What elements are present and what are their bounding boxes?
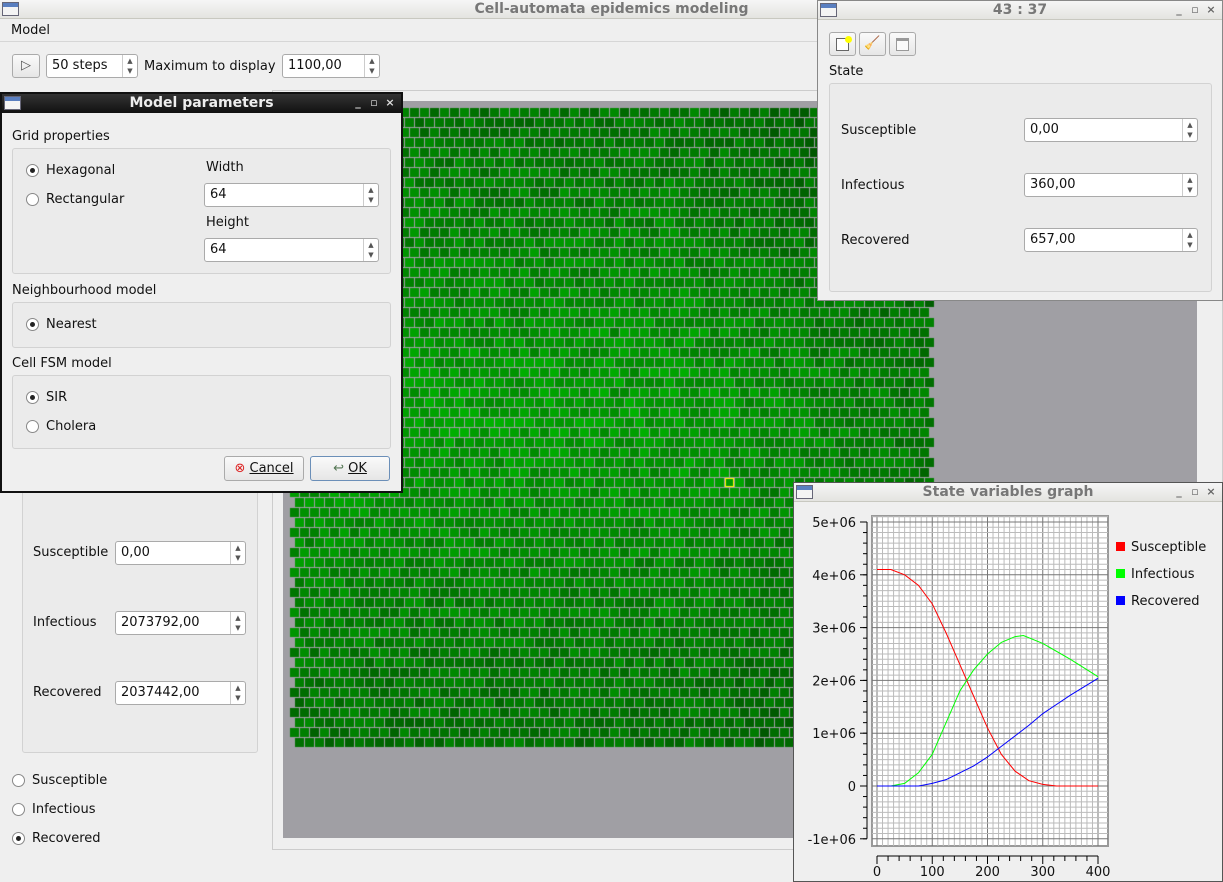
y-tick-label: 1e+06 — [812, 727, 856, 742]
left-field-spinbox[interactable]: 0,00 ▲ ▼ — [115, 541, 246, 565]
broom-icon: 🧹 — [864, 36, 880, 51]
legend-swatch — [1116, 569, 1125, 578]
close-icon[interactable]: × — [1204, 483, 1218, 501]
state-group: Susceptible 0,00 ▲ ▼ Infectious 2073792,00 ▲ ▼ R… — [22, 470, 258, 753]
radio-sir[interactable]: SIR — [26, 390, 67, 405]
y-tick-label: 4e+06 — [812, 569, 856, 584]
radio-display-infectious[interactable]: Infectious — [12, 802, 95, 817]
fsm-label: Cell FSM model — [12, 356, 112, 371]
state-field-spinbox[interactable]: 360,00 ▲ ▼ — [1024, 173, 1198, 197]
ok-button[interactable]: ↩ OK — [310, 456, 390, 481]
window-title: Cell-automata epidemics modeling — [475, 1, 749, 17]
legend-swatch — [1116, 596, 1125, 605]
radio-cholera[interactable]: Cholera — [26, 419, 96, 434]
window-icon — [796, 485, 813, 499]
y-tick-label: 0 — [848, 780, 856, 795]
cancel-icon: ⊗ — [234, 461, 245, 476]
state-chart: 5e+06 4e+06 3e+06 2e+06 1e+06 0 -1e+06 0 100 200 3… — [794, 503, 1222, 881]
state-titlebar: 43 : 37 _ ▫ × — [818, 1, 1222, 20]
maximize-icon[interactable]: ▫ — [367, 94, 381, 112]
legend-label: Recovered — [1131, 594, 1200, 609]
state-field-label: Recovered — [841, 233, 910, 248]
radio-rectangular[interactable]: Rectangular — [26, 192, 124, 207]
steps-spinbox[interactable]: 50 steps ▲ ▼ — [46, 54, 138, 78]
window-icon — [2, 2, 19, 16]
state-field-spinbox[interactable]: 657,00 ▲ ▼ — [1024, 228, 1198, 252]
maximize-icon[interactable]: ▫ — [1188, 483, 1202, 501]
graph-window: State variables graph _ ▫ × 5e+06 4e+06 3e+0… — [793, 482, 1223, 882]
height-label: Height — [206, 215, 249, 230]
state-label: State — [829, 64, 863, 79]
state-field-label: Infectious — [841, 178, 904, 193]
radio-display-susceptible[interactable]: Susceptible — [12, 773, 107, 788]
legend-label: Susceptible — [1131, 540, 1206, 555]
width-label: Width — [206, 160, 244, 175]
radio-display-recovered[interactable]: Recovered — [12, 831, 101, 846]
left-field-spinbox[interactable]: 2037442,00 ▲ ▼ — [115, 681, 246, 705]
new-button[interactable] — [829, 32, 856, 56]
grid-properties-label: Grid properties — [12, 129, 110, 144]
x-tick-label: 0 — [873, 865, 881, 880]
left-field-spinbox[interactable]: 2073792,00 ▲ ▼ — [115, 611, 246, 635]
legend-label: Infectious — [1131, 567, 1195, 582]
state-field-spinbox[interactable]: 0,00 ▲ ▼ — [1024, 118, 1198, 142]
state-field-label: Susceptible — [841, 123, 916, 138]
height-spinbox[interactable]: 64 ▲ ▼ — [204, 238, 379, 262]
cell-state-window: 43 : 37 _ ▫ × 🧹 State Susceptible 0,00 ▲ ▼ Inf… — [817, 0, 1223, 301]
max-display-label: Maximum to display — [144, 59, 276, 74]
window-button[interactable] — [889, 32, 916, 56]
maximize-icon[interactable]: ▫ — [1188, 1, 1202, 19]
model-parameters-dialog: Model parameters _ ▫ × Grid properties Hex… — [0, 92, 403, 493]
ok-icon: ↩ — [333, 461, 344, 476]
minimize-icon[interactable]: _ — [1172, 1, 1186, 19]
neighbourhood-label: Neighbourhood model — [12, 283, 156, 298]
minimize-icon[interactable]: _ — [1172, 483, 1186, 501]
x-tick-label: 200 — [975, 865, 1000, 880]
close-icon[interactable]: × — [1204, 1, 1218, 19]
close-icon[interactable]: × — [383, 94, 397, 112]
cancel-button[interactable]: ⊗ Cancel — [224, 456, 304, 481]
y-tick-label: 3e+06 — [812, 622, 856, 637]
play-button[interactable]: ▷ — [12, 54, 40, 78]
window-icon — [820, 3, 837, 17]
window-icon — [896, 38, 909, 51]
menu-model[interactable]: Model — [11, 23, 50, 38]
window-icon — [4, 96, 21, 110]
graph-titlebar: State variables graph _ ▫ × — [794, 483, 1222, 502]
y-tick-label: 5e+06 — [812, 516, 856, 531]
x-tick-label: 400 — [1086, 865, 1111, 880]
fsm-group — [12, 375, 391, 449]
width-spinbox[interactable]: 64 ▲ ▼ — [204, 183, 379, 207]
max-display-spinbox[interactable]: 1100,00 ▲ ▼ — [282, 54, 380, 78]
left-field-label: Infectious — [33, 615, 96, 630]
left-field-label: Recovered — [33, 685, 102, 700]
x-tick-label: 100 — [920, 865, 945, 880]
clear-button[interactable]: 🧹 — [859, 32, 886, 56]
left-field-label: Susceptible — [33, 545, 108, 560]
play-icon: ▷ — [21, 58, 31, 73]
dialog-titlebar: Model parameters _ ▫ × — [2, 94, 401, 113]
legend-swatch — [1116, 542, 1125, 551]
minimize-icon[interactable]: _ — [351, 94, 365, 112]
x-tick-label: 300 — [1030, 865, 1055, 880]
y-tick-label: 2e+06 — [812, 674, 856, 689]
radio-nearest[interactable]: Nearest — [26, 317, 97, 332]
radio-hexagonal[interactable]: Hexagonal — [26, 163, 115, 178]
y-tick-label: -1e+06 — [808, 833, 856, 848]
